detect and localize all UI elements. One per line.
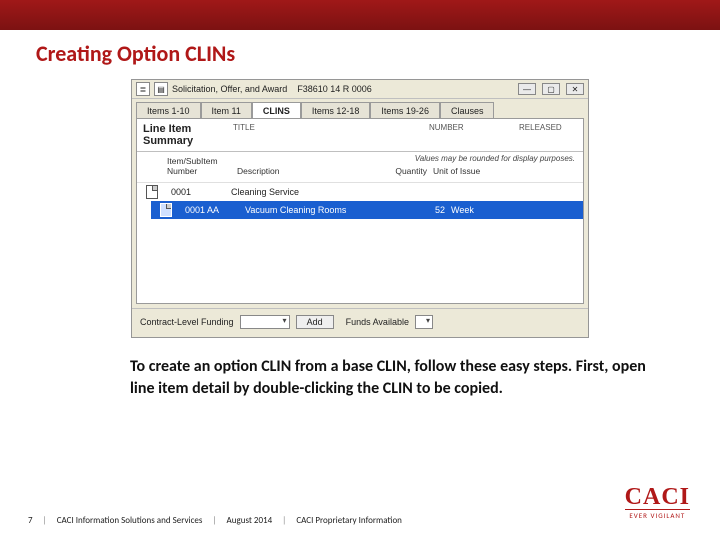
slide-body-text: To create an option CLIN from a base CLI… <box>0 338 720 399</box>
brand-tagline: EVER VIGILANT <box>625 509 690 520</box>
row-number: 0001 AA <box>175 205 245 215</box>
row-desc: Vacuum Cleaning Rooms <box>245 205 395 215</box>
contract-level-combo[interactable] <box>240 315 290 329</box>
panel-title-line1: Line Item <box>143 123 221 135</box>
subcol-number-l1: Item/SubItem <box>167 156 237 166</box>
col-title: TITLE <box>227 119 387 151</box>
separator-icon: | <box>43 515 47 526</box>
footer-org: CACI Information Solutions and Services <box>57 515 203 526</box>
doc-icon[interactable]: ▤ <box>154 82 168 96</box>
app-menubar: ≣ ▤ Solicitation, Offer, and Award F3861… <box>132 80 588 99</box>
window-min-button[interactable]: — <box>518 83 536 95</box>
subcol-uoi: Unit of Issue <box>427 166 497 176</box>
tab-item-11[interactable]: Item 11 <box>201 102 252 119</box>
slide-title: Creating Option CLINs <box>0 30 720 79</box>
sub-header: Values may be rounded for display purpos… <box>137 152 583 183</box>
brand-logo: CACI EVER VIGILANT <box>625 484 690 520</box>
col-released: RELEASED <box>513 119 583 151</box>
row-qty: 52 <box>395 205 445 215</box>
subcol-desc: Description <box>237 166 367 176</box>
tab-clins[interactable]: CLINS <box>252 102 301 119</box>
panel-title: Line Item Summary <box>137 119 227 151</box>
tab-strip: Items 1-10 Item 11 CLINS Items 12-18 Ite… <box>132 99 588 118</box>
tab-items-19-26[interactable]: Items 19-26 <box>370 102 440 119</box>
row-number: 0001 <box>161 187 231 197</box>
brand-name: CACI <box>625 484 690 511</box>
separator-icon: | <box>282 515 286 526</box>
page-icon <box>157 203 175 217</box>
clins-pane: Line Item Summary TITLE NUMBER RELEASED … <box>136 118 584 304</box>
window-close-button[interactable]: ✕ <box>566 83 584 95</box>
contract-level-label: Contract-Level Funding <box>140 317 234 327</box>
panel-title-line2: Summary <box>143 135 221 147</box>
funds-available-label: Funds Available <box>346 317 409 327</box>
table-row-selected[interactable]: 0001 AA Vacuum Cleaning Rooms 52 Week <box>151 201 583 219</box>
tab-clauses[interactable]: Clauses <box>440 102 495 119</box>
slide-footer: 7 | CACI Information Solutions and Servi… <box>0 515 720 526</box>
doc-type-label: Solicitation, Offer, and Award <box>172 84 287 94</box>
footer-date: August 2014 <box>227 515 273 526</box>
window-max-button[interactable]: ▢ <box>542 83 560 95</box>
page-number: 7 <box>28 515 33 526</box>
footer-classification: CACI Proprietary Information <box>296 515 402 526</box>
subcol-qty: Quantity <box>367 166 427 176</box>
subcol-number-l2: Number <box>167 166 237 176</box>
bottom-bar: Contract-Level Funding Add Funds Availab… <box>132 308 588 337</box>
funds-available-field[interactable] <box>415 315 433 329</box>
binder-icon[interactable]: ≣ <box>136 82 150 96</box>
row-uoi: Week <box>445 205 505 215</box>
add-button[interactable]: Add <box>296 315 334 329</box>
slide-top-banner <box>0 0 720 30</box>
app-window: ≣ ▤ Solicitation, Offer, and Award F3861… <box>131 79 589 338</box>
page-icon <box>143 185 161 199</box>
rounding-note: Values may be rounded for display purpos… <box>415 154 575 163</box>
tab-items-12-18[interactable]: Items 12-18 <box>301 102 371 119</box>
separator-icon: | <box>212 515 216 526</box>
rows-area: 0001 Cleaning Service 0001 AA Vacuum Cle… <box>137 183 583 303</box>
col-number: NUMBER <box>423 119 513 151</box>
table-row[interactable]: 0001 Cleaning Service <box>137 183 583 201</box>
tab-items-1-10[interactable]: Items 1-10 <box>136 102 201 119</box>
doc-number: F38610 14 R 0006 <box>297 84 372 94</box>
pane-header: Line Item Summary TITLE NUMBER RELEASED <box>137 119 583 152</box>
row-desc: Cleaning Service <box>231 187 381 197</box>
subcol-number: Item/SubItem Number <box>167 156 237 176</box>
